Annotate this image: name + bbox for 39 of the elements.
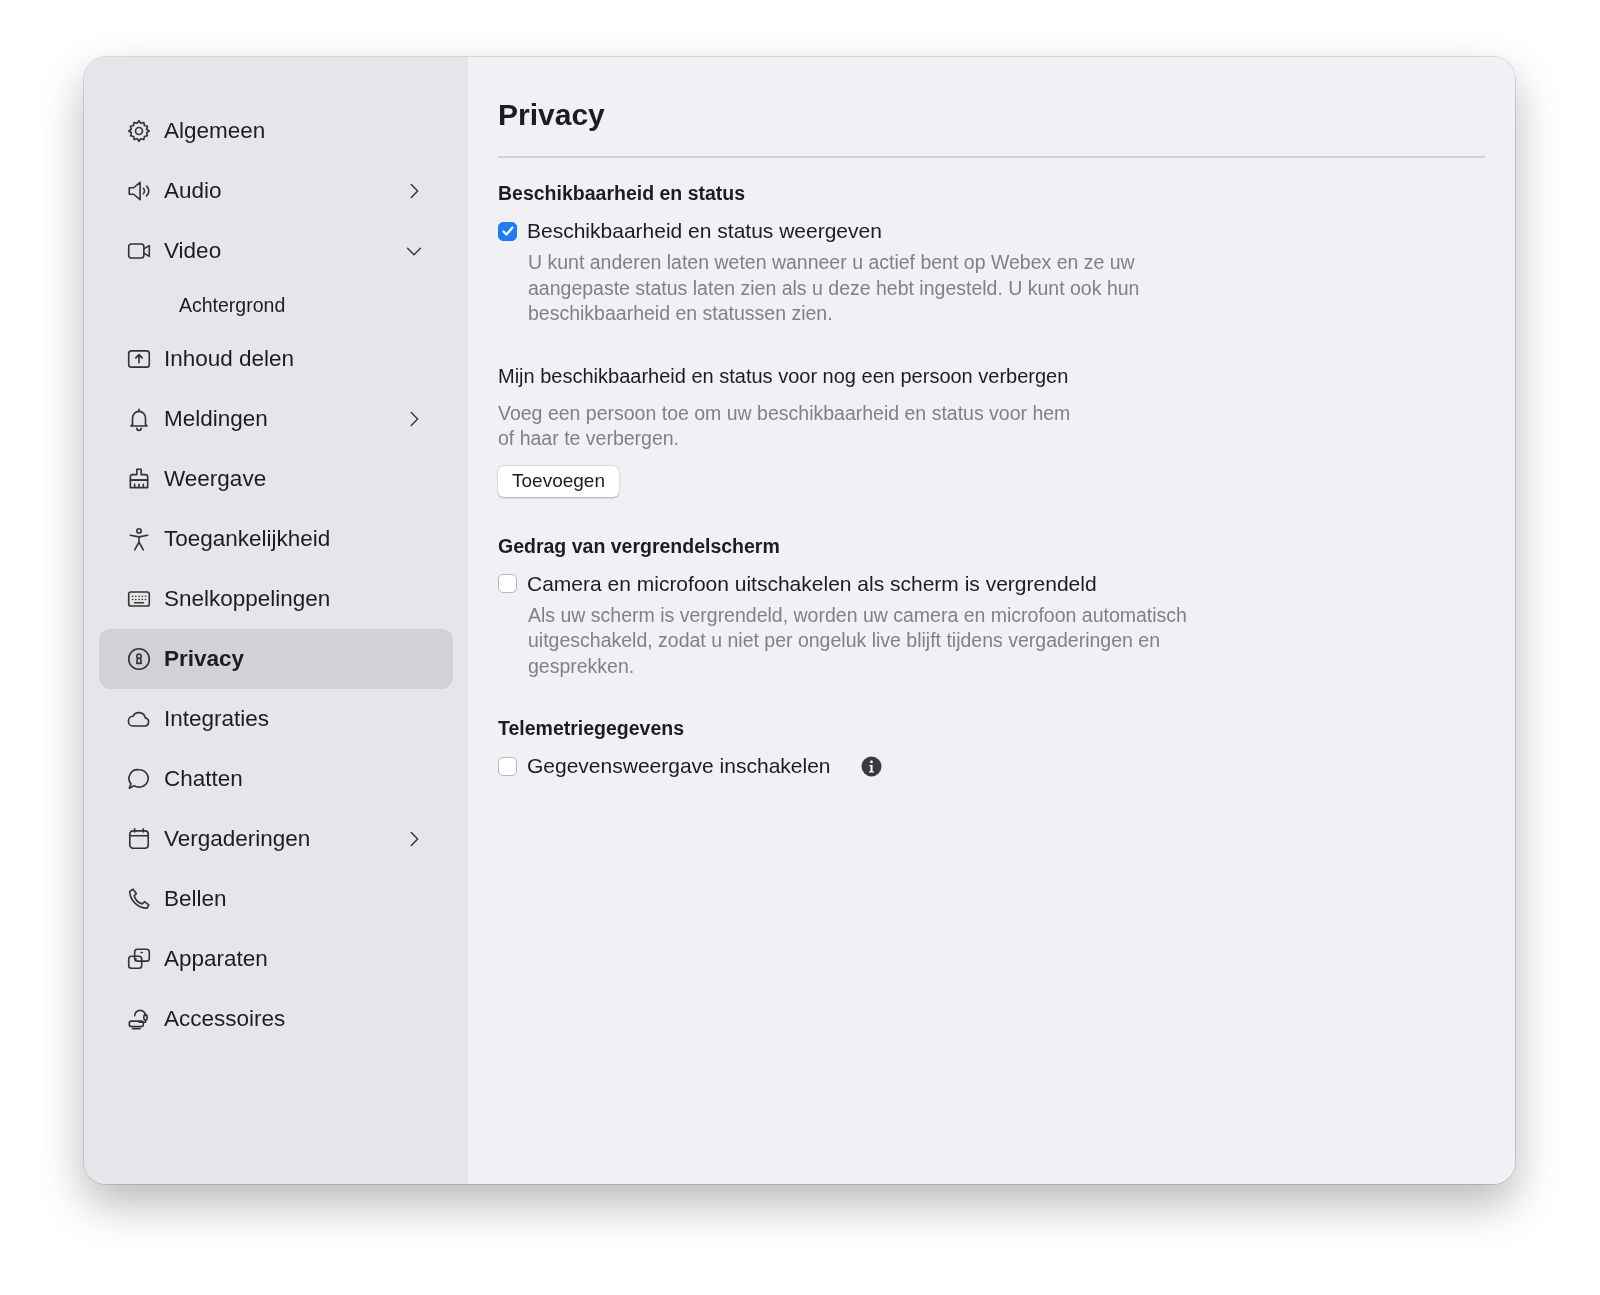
sidebar-item[interactable]: Video xyxy=(99,221,453,281)
checkbox[interactable] xyxy=(498,756,517,776)
sidebar-item[interactable]: Algemeen xyxy=(99,101,453,161)
description-text: Als uw scherm is vergrendeld, worden uw camera en microfoon automatisch uitgeschakeld, zodat u niet per ongeluk live blijft tijdens vergaderingen en gesprekken. xyxy=(528,602,1188,679)
checkbox-label[interactable]: Gegevensweergave inschakelen xyxy=(527,754,831,778)
add-button[interactable]: Toevoegen xyxy=(498,465,619,497)
phone-icon xyxy=(126,886,152,912)
sidebar-item[interactable]: Achtergrond xyxy=(99,281,453,329)
checkbox[interactable] xyxy=(498,221,517,241)
sidebar-item[interactable]: Audio xyxy=(99,161,453,221)
devices-icon xyxy=(126,946,152,972)
description-text: U kunt anderen laten weten wanneer u actief bent op Webex en ze uw aangepaste status laten zien als u deze hebt ingesteld. U kunt ook hun beschikbaarheid en statussen zien. xyxy=(528,250,1141,326)
sidebar-item[interactable]: Accessoires xyxy=(99,989,453,1049)
description-text: Voeg een persoon toe om uw beschikbaarheid en status voor hem of haar te verbergen. xyxy=(498,400,1072,451)
section-heading: Telemetriegegevens xyxy=(498,717,686,740)
gear-icon xyxy=(126,118,152,144)
checkmark-icon xyxy=(500,224,515,238)
sidebar-item[interactable]: Apparaten xyxy=(99,929,453,989)
sidebar-item[interactable]: Weergave xyxy=(99,449,453,509)
checkbox-label[interactable]: Beschikbaarheid en status weergeven xyxy=(527,219,882,243)
sidebar-item[interactable]: Toegankelijkheid xyxy=(99,509,453,569)
sidebar-item[interactable]: Privacy xyxy=(99,629,453,689)
sidebar-item[interactable]: Meldingen xyxy=(99,389,453,449)
section-heading: Gedrag van vergrendelscherm xyxy=(498,534,781,558)
info-icon[interactable] xyxy=(860,755,882,777)
lock-circle-icon xyxy=(126,646,152,672)
sidebar-item[interactable]: Bellen xyxy=(99,869,453,929)
chat-bubble-icon xyxy=(126,766,152,792)
section-heading: Beschikbaarheid en status xyxy=(498,182,747,205)
sidebar-item[interactable]: Integraties xyxy=(99,689,453,749)
sidebar-item[interactable]: Chatten xyxy=(99,749,453,809)
checkbox-label[interactable]: Camera en microfoon uitschakelen als scherm is vergrendeld xyxy=(527,571,1097,596)
sidebar-item[interactable]: Vergaderingen xyxy=(99,809,453,869)
page-title: Privacy xyxy=(498,98,605,131)
subsection-title: Mijn beschikbaarheid en status voor nog een persoon verbergen xyxy=(498,364,1070,388)
calendar-icon xyxy=(126,826,152,852)
checkbox[interactable] xyxy=(498,574,517,593)
sidebar-item[interactable]: Snelkoppelingen xyxy=(99,569,453,629)
sidebar-item[interactable]: Inhoud delen xyxy=(99,329,453,389)
